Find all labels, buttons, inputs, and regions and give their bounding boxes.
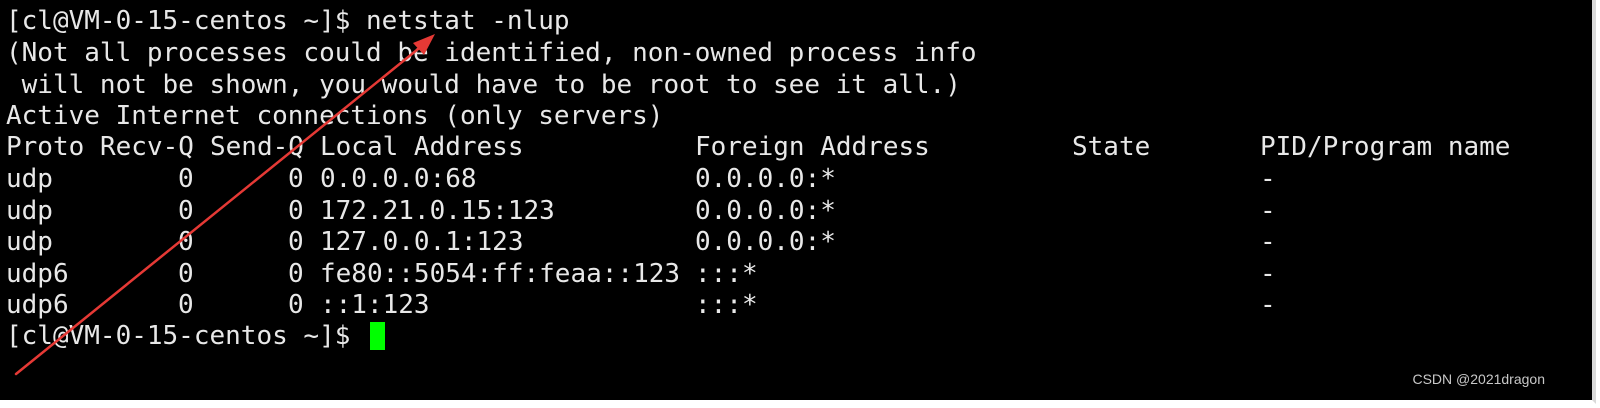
- pid-program-cell: -: [1260, 259, 1276, 289]
- prompt: [cl@VM-0-15-centos ~]$: [6, 6, 367, 36]
- final-prompt-line[interactable]: [cl@VM-0-15-centos ~]$: [6, 320, 386, 352]
- table-row: udp6 0 0 ::1:123 :::* -: [0, 289, 1592, 321]
- foreign-address-cell: 0.0.0.0:*: [695, 196, 836, 226]
- recv-q-cell: 0: [178, 164, 194, 194]
- send-q-cell: 0: [288, 196, 304, 226]
- notice-line-1: (Not all processes could be identified, …: [6, 38, 977, 68]
- foreign-address-cell: :::*: [695, 290, 758, 320]
- command-text: netstat -nlup: [366, 6, 570, 36]
- notice-line-2: will not be shown, you would have to be …: [6, 70, 961, 100]
- command-line: [cl@VM-0-15-centos ~]$ netstat -nlup: [6, 5, 570, 37]
- local-address-cell: 0.0.0.0:68: [320, 164, 477, 194]
- send-q-cell: 0: [288, 164, 304, 194]
- recv-q-cell: 0: [178, 196, 194, 226]
- proto-cell: udp: [6, 196, 53, 226]
- header-local-address: Local Address: [320, 132, 524, 162]
- send-q-cell: 0: [288, 290, 304, 320]
- header-recv-q: Recv-Q: [100, 132, 194, 162]
- prompt: [cl@VM-0-15-centos ~]$: [6, 321, 367, 351]
- pid-program-cell: -: [1260, 196, 1276, 226]
- proto-cell: udp6: [6, 259, 69, 289]
- send-q-cell: 0: [288, 227, 304, 257]
- local-address-cell: ::1:123: [320, 290, 430, 320]
- header-foreign-address: Foreign Address: [695, 132, 930, 162]
- recv-q-cell: 0: [178, 259, 194, 289]
- header-pid-program: PID/Program name: [1260, 132, 1511, 162]
- table-row: udp 0 0 127.0.0.1:123 0.0.0.0:* -: [0, 226, 1592, 258]
- table-header: Proto Recv-Q Send-Q Local Address Foreig…: [0, 131, 1592, 163]
- cursor: [370, 322, 386, 350]
- table-row: udp6 0 0 fe80::5054:ff:feaa::123 :::* -: [0, 258, 1592, 290]
- header-state: State: [1072, 132, 1151, 162]
- foreign-address-cell: 0.0.0.0:*: [695, 164, 836, 194]
- watermark: CSDN @2021dragon: [1412, 371, 1545, 387]
- terminal-window[interactable]: [cl@VM-0-15-centos ~]$ netstat -nlup (No…: [0, 0, 1596, 404]
- pid-program-cell: -: [1260, 164, 1276, 194]
- proto-cell: udp: [6, 164, 53, 194]
- send-q-cell: 0: [288, 259, 304, 289]
- foreign-address-cell: 0.0.0.0:*: [695, 227, 836, 257]
- foreign-address-cell: :::*: [695, 259, 758, 289]
- proto-cell: udp: [6, 227, 53, 257]
- header-send-q: Send-Q: [210, 132, 304, 162]
- local-address-cell: 172.21.0.15:123: [320, 196, 555, 226]
- local-address-cell: 127.0.0.1:123: [320, 227, 524, 257]
- table-row: udp 0 0 0.0.0.0:68 0.0.0.0:* -: [0, 163, 1592, 195]
- proto-cell: udp6: [6, 290, 69, 320]
- recv-q-cell: 0: [178, 290, 194, 320]
- header-proto: Proto: [6, 132, 85, 162]
- table-row: udp 0 0 172.21.0.15:123 0.0.0.0:* -: [0, 195, 1592, 227]
- section-title: Active Internet connections (only server…: [6, 101, 664, 131]
- pid-program-cell: -: [1260, 290, 1276, 320]
- recv-q-cell: 0: [178, 227, 194, 257]
- local-address-cell: fe80::5054:ff:feaa::123: [320, 259, 681, 289]
- pid-program-cell: -: [1260, 227, 1276, 257]
